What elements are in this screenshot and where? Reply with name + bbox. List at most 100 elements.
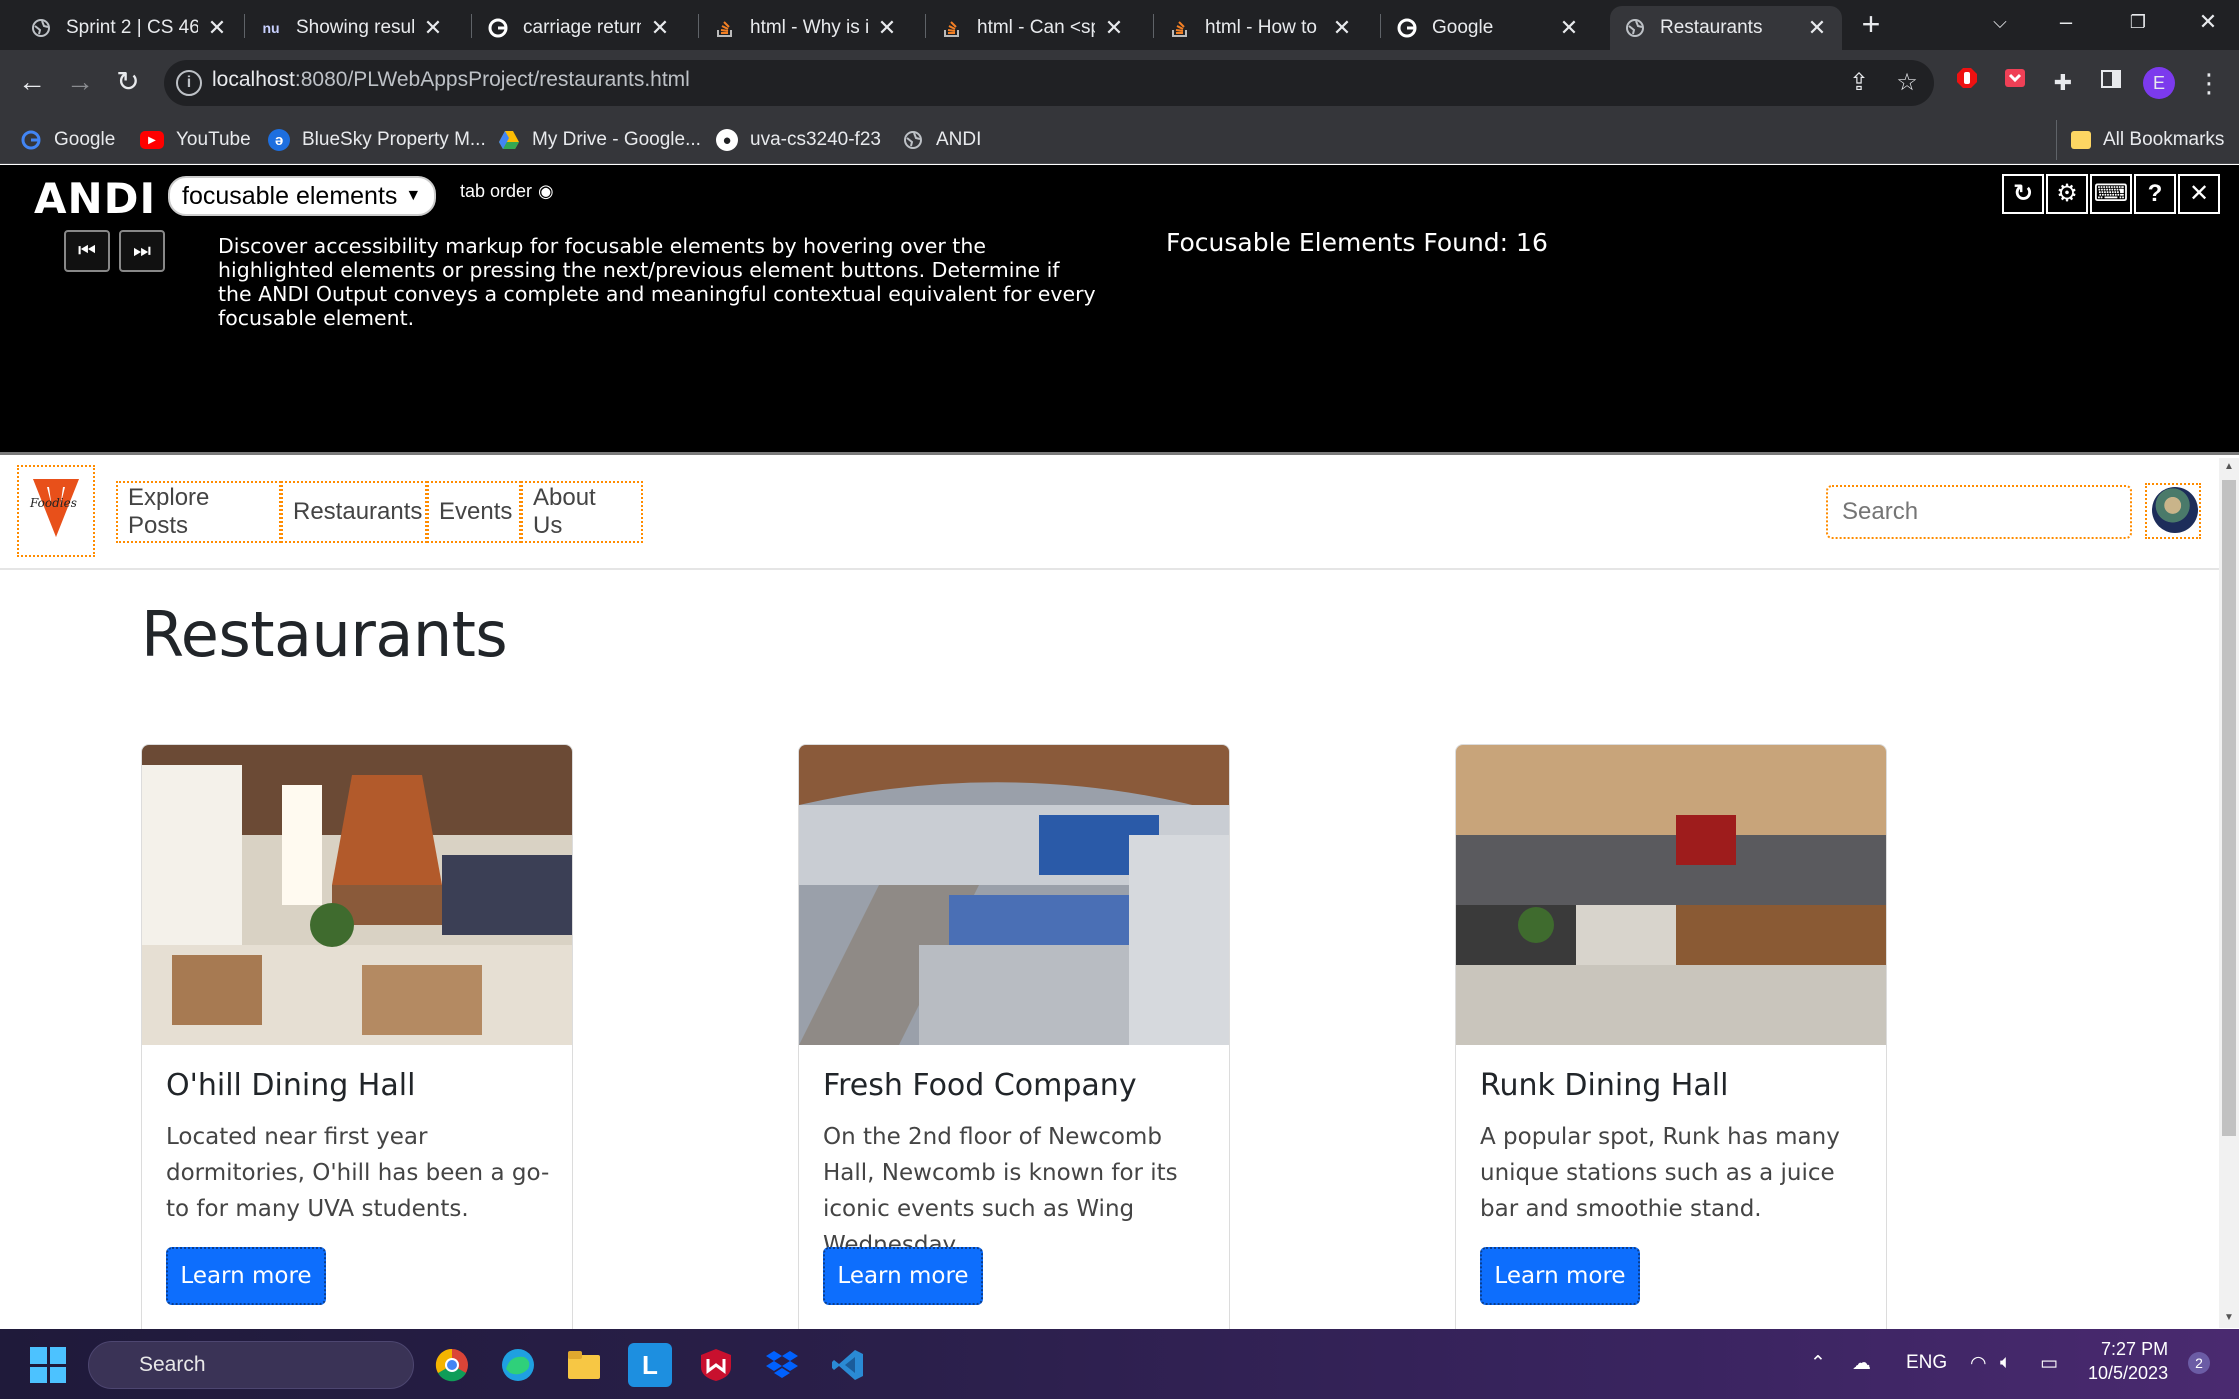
tab-showing-results[interactable]: nu Showing results ✕ [246, 6, 458, 50]
learn-more-button[interactable]: Learn more [823, 1247, 983, 1305]
windows-start-icon[interactable] [30, 1347, 66, 1383]
andi-previous-button[interactable]: ⏮ [64, 230, 110, 272]
new-tab-button[interactable]: + [1854, 8, 1888, 42]
scrollbar-thumb[interactable] [2222, 480, 2236, 1136]
site-search-input[interactable] [1826, 485, 2132, 539]
taskbar-search[interactable]: Search [88, 1341, 414, 1389]
bookmark-my-drive[interactable]: My Drive - Google... [498, 120, 701, 160]
andi-refresh-button[interactable]: ↻ [2002, 174, 2044, 214]
edge-icon[interactable] [496, 1343, 540, 1387]
bluesky-icon: ə [268, 129, 290, 151]
card-title: Runk Dining Hall [1480, 1068, 1729, 1103]
close-icon[interactable]: ✕ [876, 15, 898, 41]
tab-carriage-return[interactable]: carriage return i ✕ [473, 6, 685, 50]
andi-settings-button[interactable]: ⚙ [2046, 174, 2088, 214]
close-icon[interactable]: ✕ [1558, 15, 1580, 41]
andi-keyboard-button[interactable]: ⌨ [2090, 174, 2132, 214]
mcafee-icon[interactable] [694, 1343, 738, 1387]
tab-title: Showing results [296, 17, 414, 38]
language-indicator[interactable]: ENG [1906, 1352, 1947, 1374]
andi-tab-order-toggle[interactable]: tab order ◉ [460, 181, 554, 202]
window-close-button[interactable]: ✕ [2178, 0, 2238, 44]
close-icon[interactable]: ✕ [422, 15, 444, 41]
tab-restaurants[interactable]: Restaurants ✕ [1610, 6, 1842, 50]
scroll-down-icon[interactable]: ▼ [2222, 1312, 2236, 1326]
andi-help-button[interactable]: ? [2134, 174, 2176, 214]
vscode-icon[interactable] [826, 1343, 870, 1387]
nav-explore-posts[interactable]: Explore Posts [116, 481, 281, 543]
chrome-icon[interactable] [430, 1343, 474, 1387]
extensions-puzzle-icon[interactable]: ✚ [2046, 66, 2080, 100]
reload-icon[interactable]: ↻ [110, 64, 146, 100]
profile-avatar[interactable]: E [2143, 67, 2175, 99]
site-info-icon[interactable]: i [176, 70, 202, 96]
scroll-up-icon[interactable]: ▲ [2222, 461, 2236, 475]
extension-stop-icon[interactable] [1950, 66, 1984, 100]
nav-events[interactable]: Events [427, 481, 521, 543]
foodies-logo-icon [33, 479, 79, 537]
card-text: Located near first year dormitories, O'h… [166, 1124, 550, 1222]
ohill-photo [142, 745, 572, 1045]
onedrive-icon[interactable]: ☁ [1852, 1352, 1871, 1375]
share-icon[interactable]: ⇪ [1842, 66, 1876, 100]
restore-button[interactable]: ❐ [2108, 0, 2168, 44]
tab-divider [1380, 14, 1381, 38]
site-logo-link[interactable] [17, 465, 95, 557]
gear-icon: ⚙ [2056, 180, 2078, 207]
minimize-button[interactable]: – [2036, 0, 2096, 44]
volume-icon[interactable]: 🔈︎ [2000, 1352, 2011, 1374]
tab-search-icon[interactable]: ⌵ [1970, 0, 2030, 44]
bookmark-bluesky[interactable]: ə BlueSky Property M... [268, 120, 486, 160]
close-icon[interactable]: ✕ [649, 15, 671, 41]
tab-sprint[interactable]: Sprint 2 | CS 46 ✕ [16, 6, 242, 50]
clock-date: 10/5/2023 [2088, 1363, 2169, 1383]
tab-title: html - Why is it [750, 17, 868, 38]
google-drive-icon [498, 129, 520, 151]
close-icon[interactable]: ✕ [1806, 15, 1828, 41]
andi-mode-label: focusable elements [182, 181, 398, 210]
wifi-icon[interactable]: ◠ [1970, 1352, 1987, 1375]
learn-more-button[interactable]: Learn more [1480, 1247, 1640, 1305]
dropbox-icon[interactable] [760, 1343, 804, 1387]
back-icon[interactable]: ← [14, 64, 50, 100]
url-path: :8080/PLWebAppsProject/restaurants.html [294, 68, 690, 91]
taskbar-clock[interactable]: 7:27 PM 10/5/2023 [2088, 1337, 2168, 1385]
tab-divider [1153, 14, 1154, 38]
tab-divider [698, 14, 699, 38]
andi-next-button[interactable]: ⏭ [119, 230, 165, 272]
bookmark-google[interactable]: Google [20, 120, 115, 160]
close-icon[interactable]: ✕ [206, 15, 228, 41]
close-icon[interactable]: ✕ [1331, 15, 1353, 41]
bookmark-uva-cs3240[interactable]: ● uva-cs3240-f23 [716, 120, 881, 160]
andi-close-button[interactable]: ✕ [2178, 174, 2220, 214]
close-icon[interactable]: ✕ [1103, 15, 1125, 41]
url-text[interactable]: localhost:8080/PLWebAppsProject/restaura… [212, 68, 690, 92]
menu-kebab-icon[interactable]: ⋮ [2192, 66, 2226, 100]
tab-can-span[interactable]: html - Can <spa ✕ [927, 6, 1139, 50]
file-explorer-icon[interactable] [562, 1343, 606, 1387]
bookmark-label: Google [54, 129, 116, 150]
notification-badge[interactable]: 2 [2188, 1352, 2210, 1374]
nav-restaurants[interactable]: Restaurants [281, 481, 427, 543]
clock-time: 7:27 PM [2101, 1339, 2169, 1359]
bookmark-star-icon[interactable]: ☆ [1890, 66, 1924, 100]
all-bookmarks[interactable]: All Bookmarks [2056, 120, 2224, 160]
extension-pocket-icon[interactable] [1998, 66, 2032, 100]
url-host: localhost [212, 68, 295, 91]
refresh-icon: ↻ [2012, 180, 2034, 207]
side-panel-icon[interactable] [2094, 66, 2128, 100]
tab-why-is-it[interactable]: html - Why is it ✕ [700, 6, 912, 50]
bookmark-andi[interactable]: ANDI [902, 120, 981, 160]
andi-mode-select[interactable]: focusable elements ▼ [168, 176, 436, 216]
learn-more-button[interactable]: Learn more [166, 1247, 326, 1305]
forward-icon[interactable]: → [62, 64, 98, 100]
globe-icon [30, 17, 52, 39]
tab-how-to[interactable]: html - How to m ✕ [1155, 6, 1367, 50]
bookmark-youtube[interactable]: ▶ YouTube [140, 120, 251, 160]
app-l-icon[interactable]: L [628, 1343, 672, 1387]
skip-next-icon: ⏭ [133, 240, 151, 262]
tab-google[interactable]: Google ✕ [1382, 6, 1594, 50]
chevron-up-icon[interactable]: ⌃ [1810, 1352, 1826, 1375]
nav-about-us[interactable]: About Us [521, 481, 643, 543]
battery-icon[interactable]: ▭ [2040, 1352, 2058, 1375]
